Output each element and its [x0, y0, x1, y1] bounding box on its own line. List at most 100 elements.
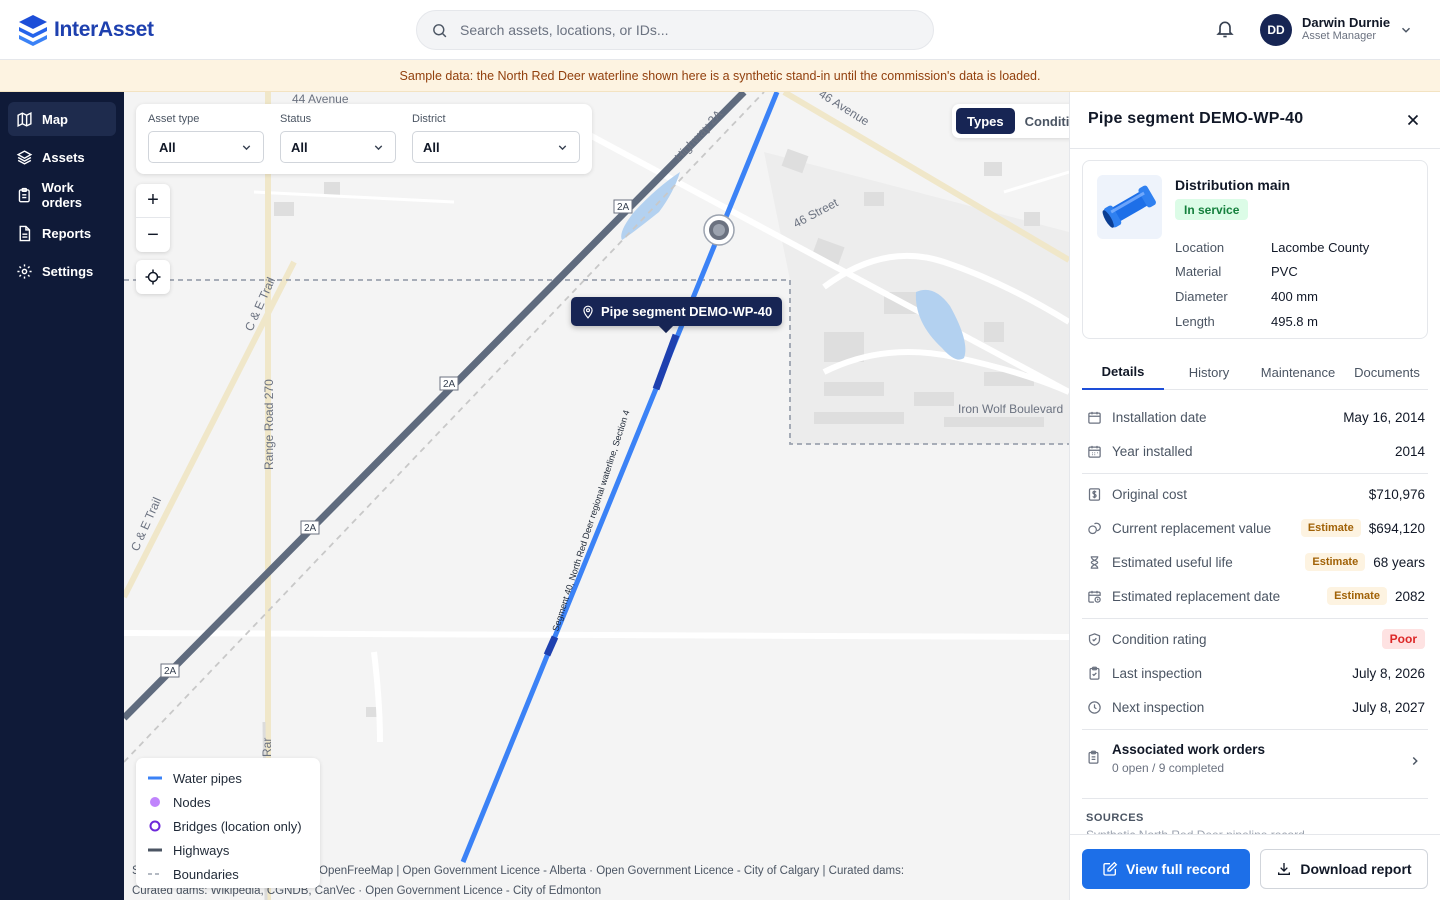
sidebar-item-label: Settings — [42, 263, 94, 279]
detail-tabs: Details History Maintenance Documents — [1082, 354, 1428, 390]
calendar-grid-icon — [1087, 445, 1101, 458]
ring-swatch-icon — [149, 820, 161, 832]
asset-type: Distribution main — [1175, 177, 1291, 193]
top-bar: InterAsset DD Darwin Durnie Asset Manage… — [0, 0, 1440, 60]
chevron-right-icon — [1412, 756, 1418, 766]
map-label-range-road: Range Road 270 — [262, 379, 276, 470]
map-label-iron-wolf: Iron Wolf Boulevard — [958, 402, 1063, 416]
dollar-icon — [1088, 487, 1100, 501]
sidebar-item-work-orders[interactable]: Work orders — [8, 178, 116, 212]
estimate-badge: Estimate — [1327, 587, 1387, 605]
detail-row: Next inspection July 8, 2027 — [1086, 690, 1425, 724]
highway-shield: 2A — [443, 379, 456, 390]
map-label-highway-2a: Highway 2A — [672, 107, 725, 164]
sidebar-item-label: Work orders — [41, 180, 83, 210]
crosshair-icon — [145, 269, 161, 285]
status-badge: In service — [1175, 199, 1249, 220]
dot-swatch-icon — [150, 797, 160, 807]
legend-item: Highways — [148, 838, 308, 862]
sample-data-banner: Sample data: the North Red Deer waterlin… — [0, 60, 1440, 92]
district-select[interactable]: All — [412, 131, 580, 163]
zoom-in-button[interactable]: + — [136, 184, 170, 218]
sidebar: Map Assets Work orders Reports Settings — [0, 92, 124, 900]
detail-row: Estimated replacement date Estimate 2082 — [1086, 579, 1425, 613]
filter-label-asset-type: Asset type — [148, 113, 200, 125]
detail-label: Original cost — [1112, 486, 1188, 502]
district-value: All — [423, 139, 440, 155]
sources-heading: SOURCES — [1086, 812, 1144, 824]
divider — [1082, 729, 1428, 730]
legend-label: Water pipes — [173, 770, 242, 786]
search-icon — [433, 23, 447, 37]
tab-documents[interactable]: Documents — [1348, 354, 1426, 390]
tooltip-text: Pipe segment DEMO-WP-40 — [601, 304, 773, 319]
download-report-button[interactable]: Download report — [1260, 849, 1428, 889]
sidebar-item-label: Assets — [42, 149, 85, 165]
detail-value: 2014 — [1394, 443, 1425, 459]
asset-type-select[interactable]: All — [148, 131, 264, 163]
detail-value: May 16, 2014 — [1343, 409, 1425, 425]
summary-label: Location — [1175, 240, 1225, 255]
toggle-condition[interactable]: Conditi — [1025, 108, 1069, 134]
detail-row: Estimated useful life Estimate 68 years — [1086, 545, 1425, 579]
clipboard-icon — [18, 187, 30, 202]
tab-maintenance[interactable]: Maintenance — [1254, 354, 1342, 390]
sidebar-item-settings[interactable]: Settings — [8, 254, 116, 288]
work-orders-title: Associated work orders — [1112, 742, 1266, 757]
chevron-down-icon[interactable] — [1399, 23, 1413, 37]
pipe-label: Segment 40, North Red Deer regional wate… — [550, 409, 631, 633]
summary-label: Length — [1175, 314, 1215, 329]
zoom-control: + − — [136, 184, 170, 252]
panel-title: Pipe segment DEMO-WP-40 — [1088, 110, 1304, 127]
sidebar-item-label: Reports — [42, 225, 92, 241]
work-orders-link[interactable]: Associated work orders 0 open / 9 comple… — [1086, 740, 1425, 784]
detail-value: 68 years — [1373, 554, 1425, 570]
divider — [1082, 618, 1428, 619]
user-name[interactable]: Darwin Durnie — [1302, 15, 1390, 30]
search-bar[interactable] — [416, 10, 934, 50]
bell-icon[interactable] — [1215, 19, 1235, 39]
chevron-down-icon — [242, 144, 251, 150]
tab-details[interactable]: Details — [1082, 354, 1164, 390]
estimate-badge: Estimate — [1300, 519, 1361, 537]
tab-history[interactable]: History — [1174, 354, 1244, 390]
map-canvas[interactable]: 2A 2A 2A 2A 44 Avenue 46 Avenue 46 Stree… — [124, 92, 1069, 900]
dashed-swatch-icon — [148, 873, 162, 875]
avatar[interactable]: DD — [1260, 14, 1292, 46]
locate-button[interactable] — [136, 260, 170, 294]
detail-label: Current replacement value — [1112, 520, 1272, 536]
map-label-range-road: Rar — [260, 738, 274, 757]
clipboard-check-icon — [1089, 666, 1099, 680]
chevron-down-icon — [374, 144, 383, 150]
detail-label: Estimated useful life — [1112, 554, 1233, 570]
button-label: View full record — [1126, 861, 1230, 877]
detail-label: Last inspection — [1112, 665, 1203, 681]
detail-value: $694,120 — [1368, 520, 1425, 536]
legend-item: Bridges (location only) — [148, 814, 308, 838]
search-input[interactable] — [460, 22, 900, 38]
detail-label: Condition rating — [1112, 631, 1207, 647]
detail-label: Installation date — [1112, 409, 1207, 425]
toggle-types[interactable]: Types — [956, 108, 1015, 134]
sidebar-item-assets[interactable]: Assets — [8, 140, 116, 174]
asset-thumbnail — [1097, 175, 1162, 239]
status-select[interactable]: All — [280, 131, 396, 163]
sidebar-item-map[interactable]: Map — [8, 102, 116, 136]
summary-value: Lacombe County — [1271, 240, 1370, 255]
highway-shield: 2A — [164, 666, 177, 677]
map-tooltip[interactable]: Pipe segment DEMO-WP-40 — [571, 297, 783, 326]
filter-label-status: Status — [280, 113, 312, 125]
zoom-out-button[interactable]: − — [136, 218, 170, 252]
legend-item: Water pipes — [148, 766, 308, 790]
calendar-clock-icon — [1087, 590, 1101, 603]
hourglass-icon — [1090, 555, 1098, 569]
view-full-record-button[interactable]: View full record — [1082, 849, 1250, 889]
view-toggle: Types Conditi — [952, 104, 1069, 138]
divider — [1082, 473, 1428, 474]
edit-icon — [1103, 861, 1118, 876]
filter-panel: Asset type All Status All District All — [136, 104, 592, 174]
button-label: Download report — [1300, 861, 1412, 877]
app-logo[interactable]: InterAsset — [18, 14, 154, 46]
close-icon[interactable] — [1404, 111, 1422, 129]
sidebar-item-reports[interactable]: Reports — [8, 216, 116, 250]
